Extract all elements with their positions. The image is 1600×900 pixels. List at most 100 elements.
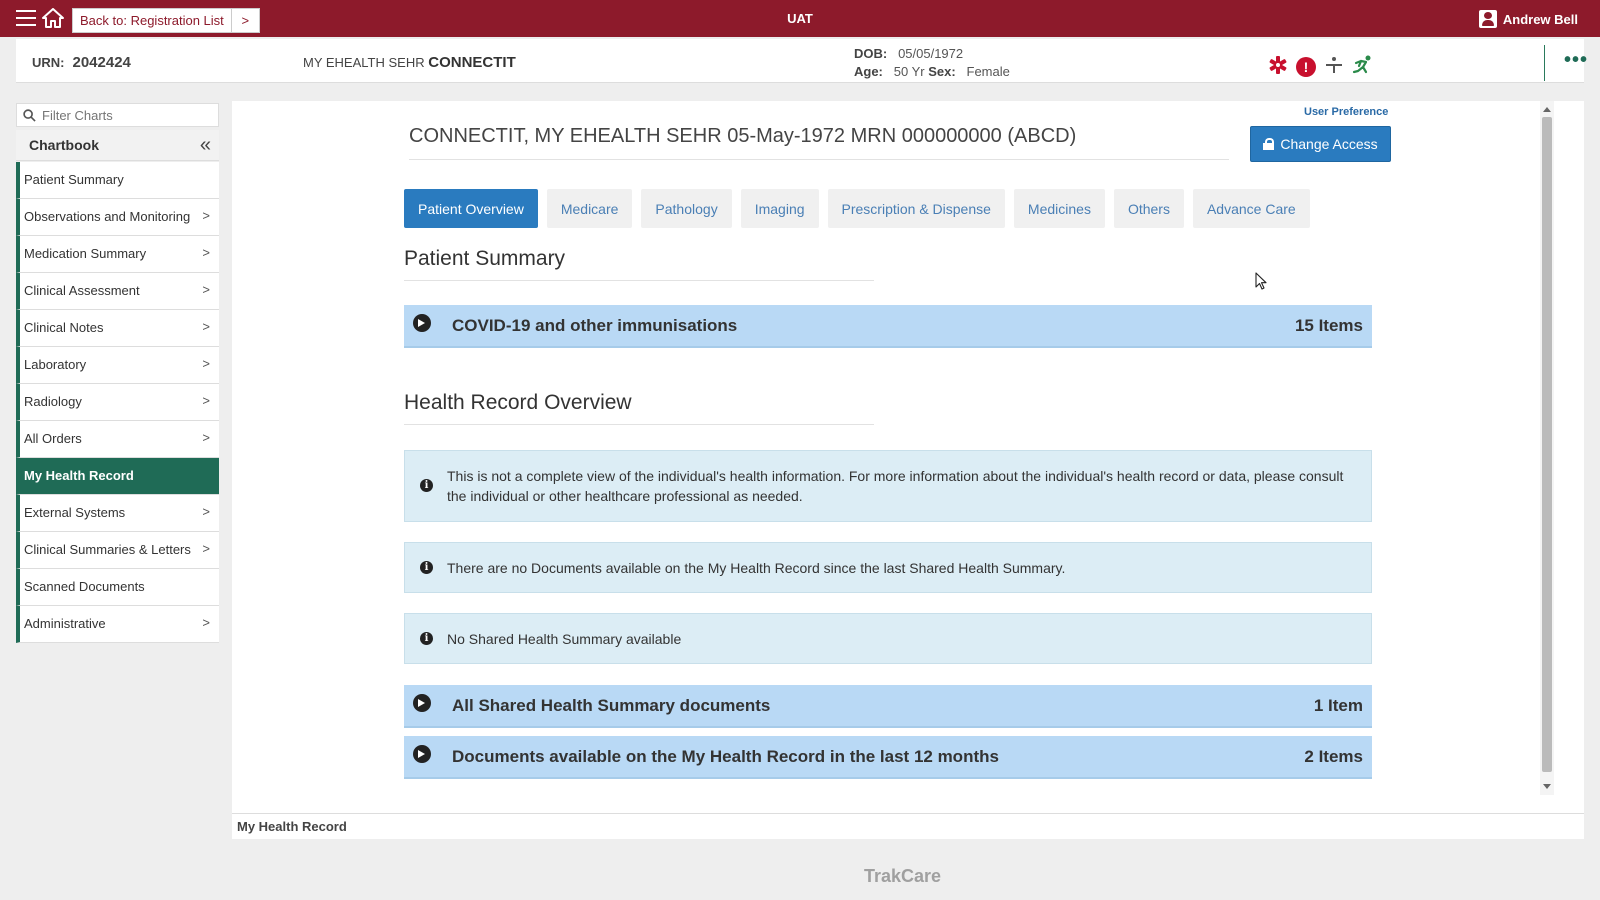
sidebar-item-all-orders[interactable]: All Orders > [16, 421, 219, 458]
sidebar-item-external-systems[interactable]: External Systems > [16, 495, 219, 532]
chevron-right-icon: > [202, 504, 210, 519]
info-text: There are no Documents available on the … [447, 560, 1066, 576]
sidebar-item-label: Clinical Assessment [24, 283, 140, 298]
sidebar-item-label: Patient Summary [24, 172, 124, 187]
info-icon: i [420, 561, 433, 574]
sidebar-item-medication-summary[interactable]: Medication Summary > [16, 236, 219, 273]
sex-value: Female [966, 64, 1010, 79]
health-record-overview-heading: Health Record Overview [404, 391, 874, 425]
accordion-title[interactable]: Documents available on the My Health Rec… [452, 747, 999, 767]
info-text: No Shared Health Summary available [447, 631, 682, 647]
sidebar-item-administrative[interactable]: Administrative > [16, 606, 219, 643]
patient-surname: CONNECTIT [428, 54, 516, 71]
scroll-up-icon[interactable] [1543, 107, 1551, 112]
page-footer-label: My Health Record [232, 813, 1584, 839]
search-icon [23, 108, 36, 122]
patient-name: MY EHEALTH SEHR CONNECTIT [303, 54, 516, 71]
chevron-right-icon: > [202, 356, 210, 371]
fall-risk-icon[interactable] [1352, 55, 1374, 78]
sidebar-item-label: External Systems [24, 505, 126, 520]
scroll-down-icon[interactable] [1543, 784, 1551, 789]
expand-arrow-icon[interactable] [413, 745, 431, 763]
allergy-warning-icon[interactable]: ! [1296, 56, 1316, 77]
tab-medicines[interactable]: Medicines [1013, 189, 1105, 228]
sidebar-item-label: Administrative [24, 616, 106, 631]
sidebar-item-radiology[interactable]: Radiology > [16, 384, 219, 421]
filter-charts[interactable] [16, 103, 219, 127]
change-access-label[interactable]: Change Access [1280, 136, 1377, 152]
tab-patient-overview[interactable]: Patient Overview [404, 189, 538, 228]
patient-banner: URN: 2042424 MY EHEALTH SEHR CONNECTIT DO… [16, 39, 1587, 83]
chevron-right-icon: > [202, 541, 210, 556]
sidebar-item-patient-summary[interactable]: Patient Summary [16, 162, 219, 199]
tab-pathology[interactable]: Pathology [641, 189, 732, 228]
change-access-button[interactable]: Change Access [1250, 126, 1391, 162]
sidebar-item-label: Clinical Notes [24, 320, 104, 335]
user-preference-link[interactable]: User Preference [1304, 106, 1388, 118]
info-notice-no-shared-summary: i No Shared Health Summary available [404, 613, 1372, 664]
accordion-title[interactable]: All Shared Health Summary documents [452, 696, 770, 716]
expand-arrow-icon[interactable] [413, 694, 431, 712]
sidebar-item-observations[interactable]: Observations and Monitoring > [16, 199, 219, 236]
info-text: This is not a complete view of the indiv… [447, 468, 1344, 504]
sidebar-item-label: Medication Summary [24, 246, 147, 261]
chevron-right-icon: > [202, 282, 210, 297]
dob-label: DOB: [854, 46, 888, 61]
sex-label: Sex: [928, 64, 956, 79]
dob-value: 05/05/1972 [898, 46, 964, 61]
sidebar-item-label: Observations and Monitoring [24, 209, 191, 224]
patient-demographics: DOB: 05/05/1972 Age: 50 Yr Sex: Female [854, 45, 1010, 81]
chartbook-nav: Patient Summary Observations and Monitor… [16, 162, 219, 643]
more-options-icon[interactable]: ••• [1564, 49, 1588, 72]
patient-given-names: MY EHEALTH SEHR [303, 55, 425, 70]
sidebar-item-label: Laboratory [24, 357, 87, 372]
accordion-title[interactable]: COVID-19 and other immunisations [452, 316, 737, 336]
sidebar-item-label: All Orders [24, 431, 82, 446]
chevron-right-icon: > [202, 319, 210, 334]
age-value: 50 Yr [893, 64, 925, 79]
sidebar-item-laboratory[interactable]: Laboratory > [16, 347, 219, 384]
tab-bar: Patient Overview Medicare Pathology Imag… [404, 189, 1310, 228]
accordion-count: 1 Item [1313, 695, 1363, 715]
tab-medicare[interactable]: Medicare [546, 189, 633, 228]
collapse-sidebar-icon[interactable]: « [200, 134, 211, 157]
chevron-right-icon: > [202, 393, 210, 408]
patient-summary-heading: Patient Summary [404, 247, 874, 281]
tab-others[interactable]: Others [1113, 189, 1184, 228]
shared-health-summary-accordion[interactable]: All Shared Health Summary documents 1 It… [404, 685, 1372, 728]
chevron-right-icon: > [202, 615, 210, 630]
tab-prescription-dispense[interactable]: Prescription & Dispense [827, 189, 1005, 228]
expand-arrow-icon[interactable] [413, 314, 431, 332]
tab-advance-care[interactable]: Advance Care [1192, 189, 1310, 228]
sidebar-item-label: Radiology [24, 394, 82, 409]
divide-icon[interactable] [1324, 55, 1344, 78]
user-name[interactable]: Andrew Bell [1503, 12, 1578, 27]
info-notice-no-documents: i There are no Documents available on th… [404, 542, 1372, 593]
info-notice-incomplete-view: i This is not a complete view of the ind… [404, 450, 1372, 522]
accordion-count: 15 Items [1294, 315, 1363, 335]
tab-imaging[interactable]: Imaging [740, 189, 819, 228]
sidebar-item-clinical-notes[interactable]: Clinical Notes > [16, 310, 219, 347]
urn-value: 2042424 [72, 54, 131, 71]
sidebar-item-label: My Health Record [24, 468, 134, 483]
immunisations-accordion[interactable]: COVID-19 and other immunisations 15 Item… [404, 305, 1372, 348]
chartbook-label: Chartbook [29, 137, 99, 153]
medical-alert-icon[interactable] [1268, 55, 1288, 78]
chevron-right-icon: > [202, 430, 210, 445]
documents-last-12-months-accordion[interactable]: Documents available on the My Health Rec… [404, 736, 1372, 779]
chevron-right-icon: > [202, 245, 210, 260]
sidebar-item-clinical-assessment[interactable]: Clinical Assessment > [16, 273, 219, 310]
main-scrollbar[interactable] [1540, 101, 1554, 795]
user-menu[interactable]: Andrew Bell [1478, 10, 1578, 28]
sidebar-item-my-health-record[interactable]: My Health Record [16, 458, 219, 495]
alert-icons: ! [1268, 55, 1374, 78]
sidebar-item-label: Scanned Documents [24, 579, 145, 594]
top-bar: Back to: Registration List > UAT Andrew … [0, 0, 1600, 37]
mouse-cursor-icon [1255, 272, 1267, 290]
lock-icon [1263, 138, 1275, 150]
scroll-thumb[interactable] [1542, 117, 1552, 772]
chartbook-header: Chartbook « [16, 130, 219, 161]
sidebar-item-scanned-documents[interactable]: Scanned Documents [16, 569, 219, 606]
filter-charts-input[interactable] [42, 107, 212, 123]
sidebar-item-clinical-summaries[interactable]: Clinical Summaries & Letters > [16, 532, 219, 569]
